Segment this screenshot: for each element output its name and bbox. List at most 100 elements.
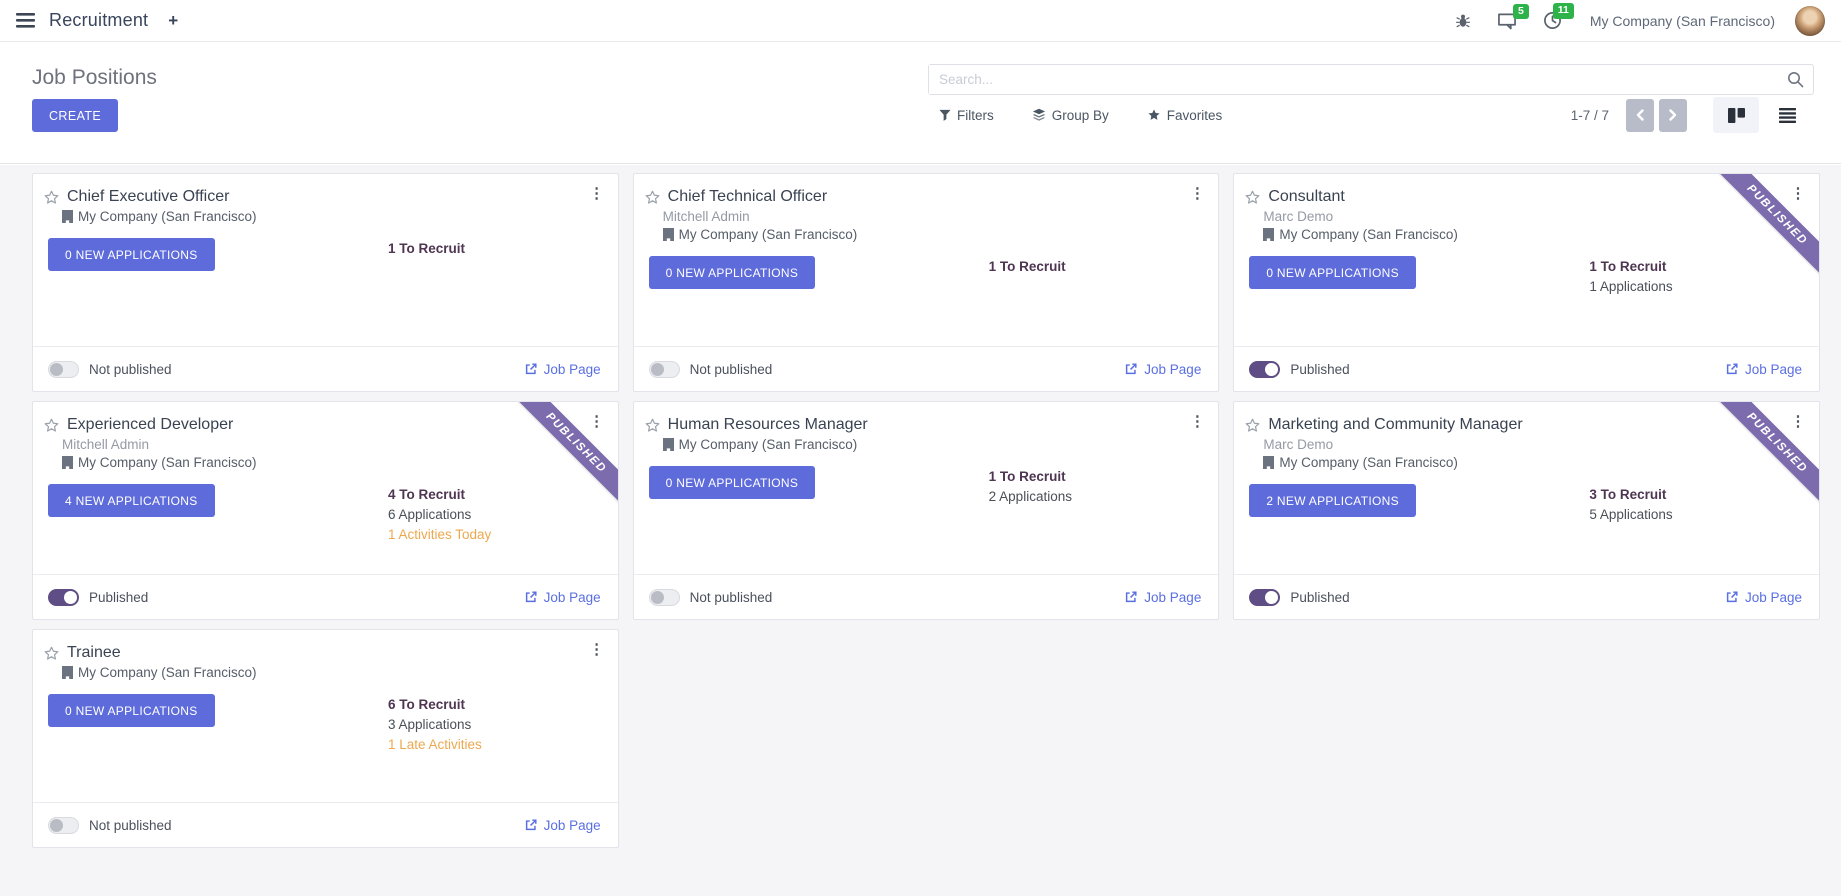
job-page-link[interactable]: Job Page <box>1124 590 1201 605</box>
publish-toggle[interactable] <box>48 589 79 606</box>
company-name: My Company (San Francisco) <box>78 455 257 470</box>
job-title[interactable]: Human Resources Manager <box>668 416 868 434</box>
stat-recruit[interactable]: 1 To Recruit <box>388 239 465 259</box>
publish-status-label: Published <box>1290 590 1349 605</box>
job-title[interactable]: Consultant <box>1268 188 1345 206</box>
pager-and-views: 1-7 / 7 <box>1571 98 1803 132</box>
publish-toggle[interactable] <box>48 817 79 834</box>
kanban-view-button[interactable] <box>1713 97 1759 133</box>
job-title[interactable]: Marketing and Community Manager <box>1268 416 1522 434</box>
toggle-knob <box>50 363 63 376</box>
search-input[interactable] <box>929 65 1787 94</box>
new-applications-button[interactable]: 4 NEW APPLICATIONS <box>48 484 215 517</box>
toggle-knob <box>651 363 664 376</box>
stat-recruit[interactable]: 6 To Recruit <box>388 695 482 715</box>
new-tab-button[interactable]: + <box>168 11 178 31</box>
publish-toggle[interactable] <box>1249 361 1280 378</box>
create-button[interactable]: CREATE <box>32 99 118 132</box>
pager-next-button[interactable] <box>1659 99 1687 132</box>
new-applications-button[interactable]: 0 NEW APPLICATIONS <box>1249 256 1416 289</box>
filters-button[interactable]: Filters <box>939 108 994 123</box>
job-title[interactable]: Chief Technical Officer <box>668 188 827 206</box>
card-menu-button[interactable]: ⋮ <box>586 414 608 429</box>
favorite-star-icon[interactable] <box>43 645 60 662</box>
stat-normal[interactable]: 2 Applications <box>989 487 1072 507</box>
job-title[interactable]: Trainee <box>67 644 121 662</box>
stat-normal[interactable]: 5 Applications <box>1589 505 1672 525</box>
card-menu-button[interactable]: ⋮ <box>1186 414 1208 429</box>
search-icon[interactable] <box>1787 71 1804 88</box>
list-view-button[interactable] <box>1771 97 1803 133</box>
job-page-label: Job Page <box>1745 590 1802 605</box>
card-body: 0 NEW APPLICATIONS 1 To Recruit2 Applica… <box>649 466 1204 499</box>
building-icon <box>62 456 73 469</box>
card-footer: Published Job Page <box>1234 346 1819 391</box>
publish-toggle[interactable] <box>649 361 680 378</box>
apps-menu-icon[interactable] <box>16 13 35 28</box>
stats-list: 6 To Recruit3 Applications1 Late Activit… <box>388 695 482 755</box>
job-page-link[interactable]: Job Page <box>1725 362 1802 377</box>
company-name: My Company (San Francisco) <box>1279 227 1458 242</box>
stat-recruit[interactable]: 4 To Recruit <box>388 485 491 505</box>
job-page-link[interactable]: Job Page <box>524 818 601 833</box>
page-title: Job Positions <box>32 66 157 90</box>
debug-bug-icon[interactable] <box>1455 13 1471 29</box>
activities-clock-icon[interactable]: 11 <box>1543 11 1562 30</box>
favorite-star-icon[interactable] <box>43 189 60 206</box>
publish-toggle[interactable] <box>48 361 79 378</box>
stat-recruit[interactable]: 1 To Recruit <box>989 467 1072 487</box>
publish-toggle[interactable] <box>1249 589 1280 606</box>
stat-normal[interactable]: 6 Applications <box>388 505 491 525</box>
stats-list: 4 To Recruit6 Applications1 Activities T… <box>388 485 491 545</box>
publish-status-label: Not published <box>89 362 172 377</box>
favorite-star-icon[interactable] <box>644 417 661 434</box>
company-name: My Company (San Francisco) <box>78 209 257 224</box>
card-body: 0 NEW APPLICATIONS 1 To Recruit <box>48 238 603 271</box>
new-applications-button[interactable]: 0 NEW APPLICATIONS <box>649 256 816 289</box>
stat-warning[interactable]: 1 Late Activities <box>388 735 482 755</box>
pager-previous-button[interactable] <box>1626 99 1654 132</box>
star-icon <box>1147 108 1161 122</box>
job-page-link[interactable]: Job Page <box>524 362 601 377</box>
card-menu-button[interactable]: ⋮ <box>586 642 608 657</box>
app-title[interactable]: Recruitment <box>49 10 148 31</box>
card-menu-button[interactable]: ⋮ <box>1787 186 1809 201</box>
company-switcher[interactable]: My Company (San Francisco) <box>1590 13 1775 29</box>
job-page-label: Job Page <box>544 818 601 833</box>
job-title[interactable]: Chief Executive Officer <box>67 188 229 206</box>
job-page-label: Job Page <box>544 362 601 377</box>
favorite-star-icon[interactable] <box>1244 189 1261 206</box>
favorite-star-icon[interactable] <box>43 417 60 434</box>
user-avatar[interactable] <box>1795 6 1825 36</box>
stat-normal[interactable]: 1 Applications <box>1589 277 1672 297</box>
favorite-star-icon[interactable] <box>644 189 661 206</box>
company-row: My Company (San Francisco) <box>663 227 1204 242</box>
stat-warning[interactable]: 1 Activities Today <box>388 525 491 545</box>
job-position-card: ⋮ Chief Executive Officer My Company (Sa… <box>32 173 619 392</box>
card-menu-button[interactable]: ⋮ <box>586 186 608 201</box>
favorite-star-icon[interactable] <box>1244 417 1261 434</box>
group-by-button[interactable]: Group By <box>1032 108 1109 123</box>
new-applications-button[interactable]: 2 NEW APPLICATIONS <box>1249 484 1416 517</box>
card-footer: Not published Job Page <box>33 346 618 391</box>
job-page-link[interactable]: Job Page <box>1124 362 1201 377</box>
activities-count-badge: 11 <box>1553 3 1574 19</box>
messages-icon[interactable]: 5 <box>1497 12 1517 30</box>
stat-recruit[interactable]: 1 To Recruit <box>1589 257 1672 277</box>
stat-normal[interactable]: 3 Applications <box>388 715 482 735</box>
publish-toggle[interactable] <box>649 589 680 606</box>
card-menu-button[interactable]: ⋮ <box>1186 186 1208 201</box>
job-page-link[interactable]: Job Page <box>524 590 601 605</box>
stat-recruit[interactable]: 3 To Recruit <box>1589 485 1672 505</box>
stat-recruit[interactable]: 1 To Recruit <box>989 257 1066 277</box>
new-applications-button[interactable]: 0 NEW APPLICATIONS <box>48 694 215 727</box>
favorites-button[interactable]: Favorites <box>1147 108 1223 123</box>
card-header: Chief Technical Officer <box>634 174 1219 206</box>
kanban-content: ⋮ Chief Executive Officer My Company (Sa… <box>0 165 1841 896</box>
new-applications-button[interactable]: 0 NEW APPLICATIONS <box>48 238 215 271</box>
building-icon <box>1263 456 1274 469</box>
job-title[interactable]: Experienced Developer <box>67 416 233 434</box>
job-page-link[interactable]: Job Page <box>1725 590 1802 605</box>
card-menu-button[interactable]: ⋮ <box>1787 414 1809 429</box>
new-applications-button[interactable]: 0 NEW APPLICATIONS <box>649 466 816 499</box>
